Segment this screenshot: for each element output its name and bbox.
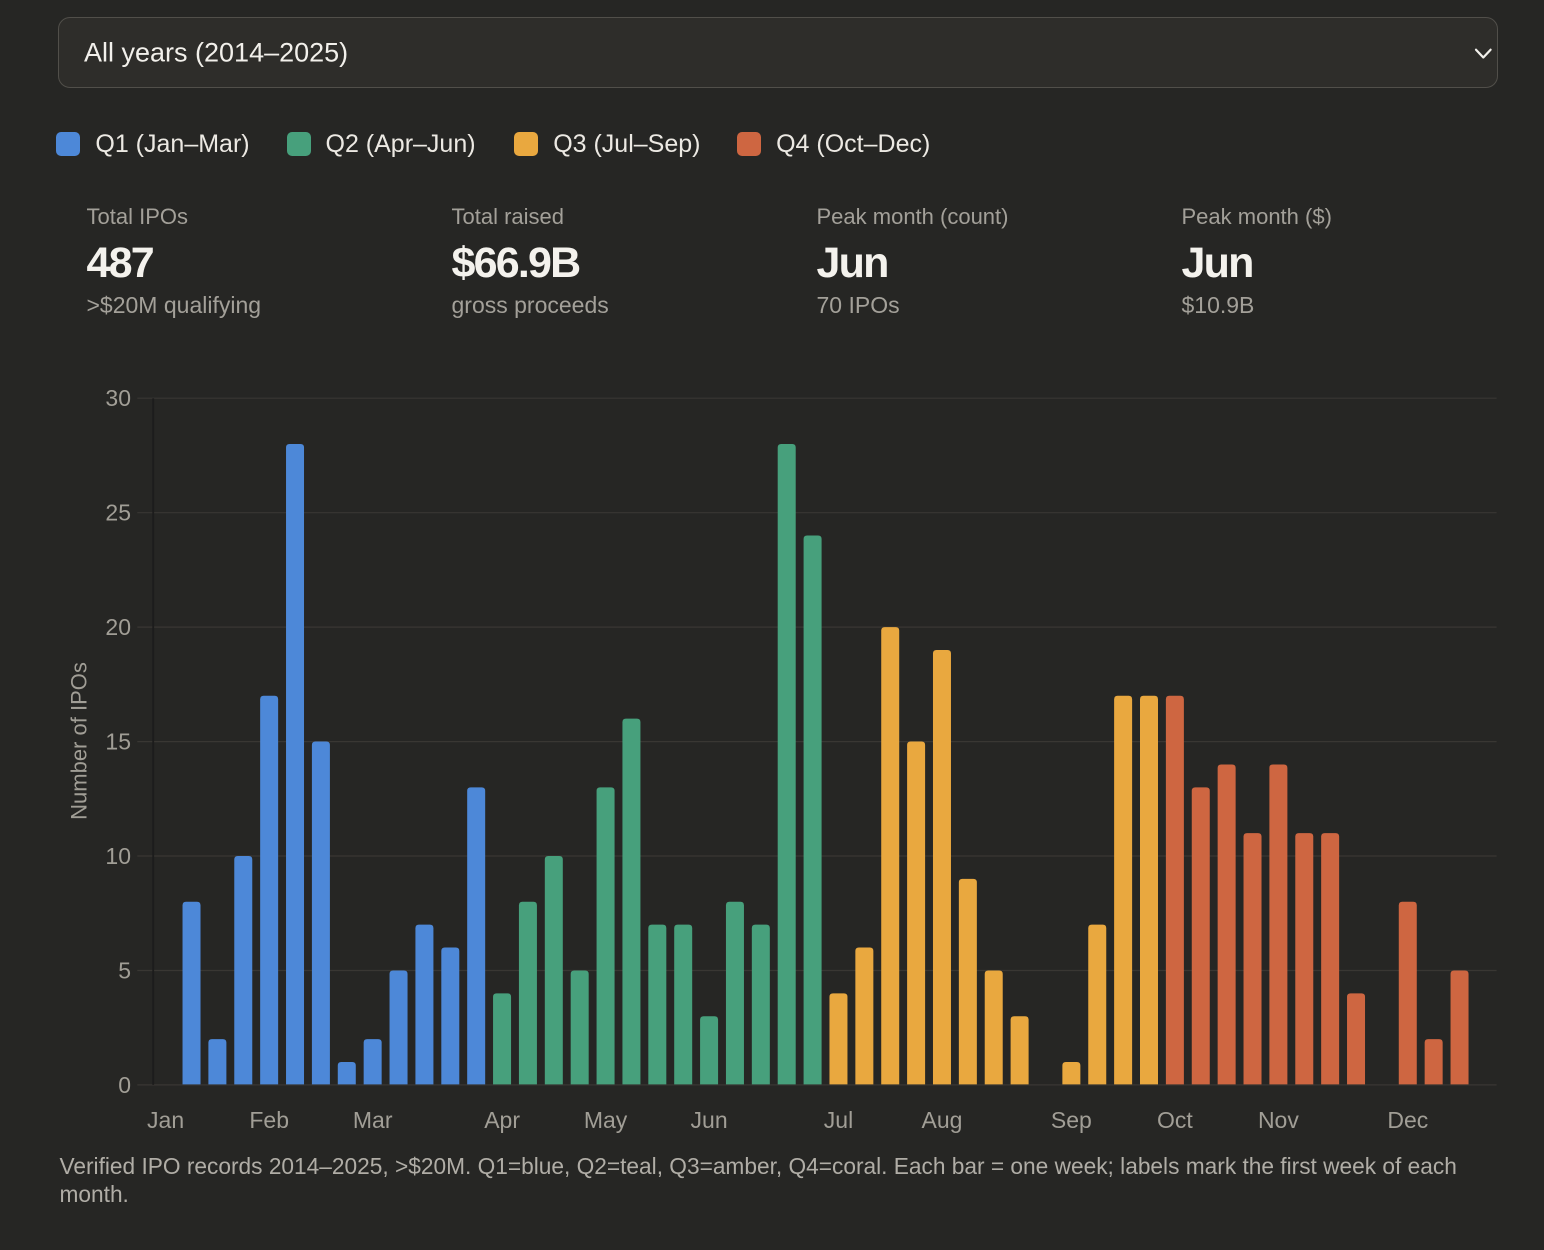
svg-text:0: 0 [118,1072,131,1098]
svg-text:Jun: Jun [691,1107,728,1133]
svg-text:Jan: Jan [147,1107,184,1133]
svg-text:Oct: Oct [1157,1107,1193,1133]
svg-text:Jul: Jul [824,1107,853,1133]
svg-text:Dec: Dec [1387,1107,1428,1133]
svg-text:Mar: Mar [353,1107,393,1133]
svg-text:15: 15 [105,729,131,755]
svg-text:5: 5 [118,958,131,984]
svg-text:Number of IPOs: Number of IPOs [67,662,92,820]
svg-text:25: 25 [105,500,131,526]
svg-text:Feb: Feb [249,1107,289,1133]
svg-text:Apr: Apr [484,1107,520,1133]
svg-text:Aug: Aug [922,1107,963,1133]
svg-text:20: 20 [105,614,131,640]
svg-text:May: May [584,1107,628,1133]
svg-text:Sep: Sep [1051,1107,1092,1133]
svg-text:30: 30 [105,385,131,411]
svg-text:Nov: Nov [1258,1107,1299,1133]
svg-text:10: 10 [105,843,131,869]
